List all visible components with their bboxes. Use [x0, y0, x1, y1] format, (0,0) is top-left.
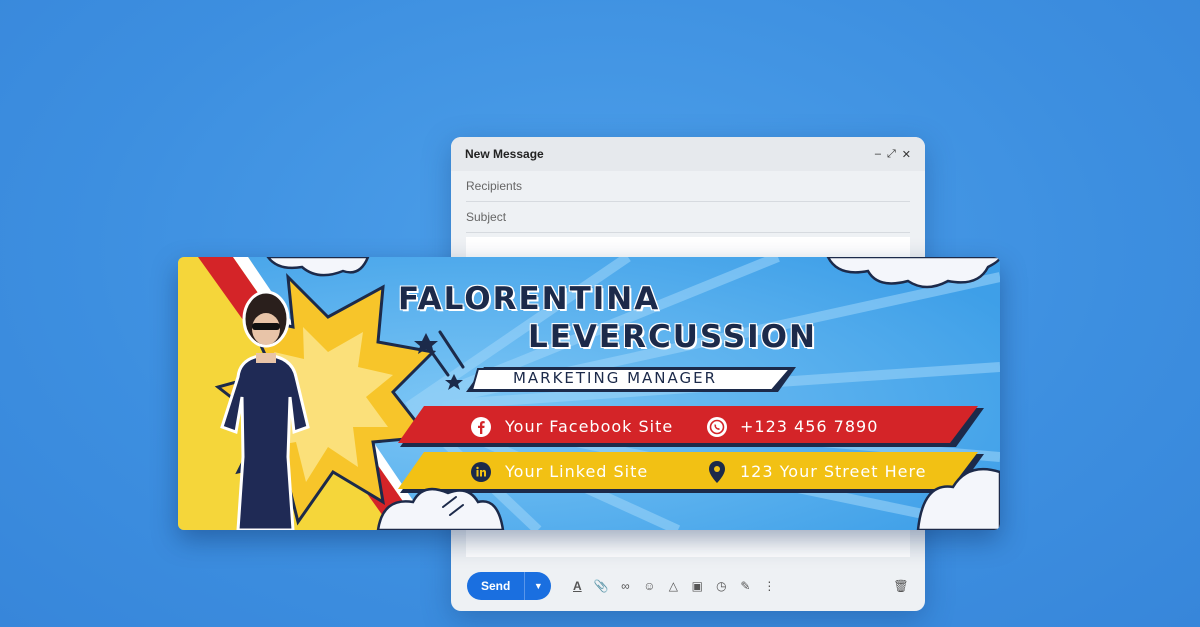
format-text-icon[interactable]: A: [569, 578, 585, 594]
email-signature-banner: FALORENTINA LEVERCUSSION MARKETING MANAG…: [178, 257, 1000, 530]
signature-first-name: FALORENTINA: [398, 281, 661, 317]
drive-icon[interactable]: △: [665, 578, 681, 594]
trash-icon[interactable]: 🗑: [893, 578, 909, 594]
minimize-icon[interactable]: –: [875, 148, 881, 161]
link-icon[interactable]: ∞: [617, 578, 633, 594]
facebook-icon[interactable]: [470, 416, 492, 438]
recipients-placeholder: Recipients: [466, 179, 523, 193]
subject-field[interactable]: Subject: [466, 202, 910, 233]
expand-icon[interactable]: ⤢: [887, 148, 896, 161]
send-options-icon[interactable]: ▼: [524, 572, 551, 600]
compose-header: New Message – ⤢ ✕: [451, 137, 925, 171]
job-title-strip: MARKETING MANAGER: [482, 365, 788, 391]
whatsapp-icon[interactable]: [706, 416, 728, 438]
compose-toolbar: Send ▼ A 📎 ∞ ☺ △ ▣ ◷ ✎ ⋮ 🗑: [451, 561, 925, 611]
confidential-icon[interactable]: ◷: [713, 578, 729, 594]
phone-number[interactable]: +123 456 7890: [740, 417, 878, 436]
linkedin-icon[interactable]: [470, 461, 492, 483]
send-label: Send: [481, 579, 511, 593]
street-address: 123 Your Street Here: [740, 462, 927, 481]
send-button[interactable]: Send ▼: [467, 572, 552, 600]
emoji-icon[interactable]: ☺: [641, 578, 657, 594]
subject-placeholder: Subject: [466, 210, 507, 224]
job-title: MARKETING MANAGER: [512, 369, 718, 387]
signature-icon[interactable]: ✎: [737, 578, 753, 594]
window-controls: – ⤢ ✕: [875, 148, 911, 161]
location-pin-icon: [709, 461, 725, 483]
facebook-link[interactable]: Your Facebook Site: [505, 417, 673, 436]
recipients-field[interactable]: Recipients: [466, 171, 910, 202]
attach-icon[interactable]: 📎: [593, 578, 609, 594]
photo-icon[interactable]: ▣: [689, 578, 705, 594]
compose-title: New Message: [465, 147, 544, 161]
close-icon[interactable]: ✕: [902, 148, 911, 161]
more-icon[interactable]: ⋮: [761, 578, 777, 594]
signature-last-name: LEVERCUSSION: [528, 319, 817, 355]
linkedin-link[interactable]: Your Linked Site: [505, 462, 648, 481]
formatting-tools: A 📎 ∞ ☺ △ ▣ ◷ ✎ ⋮: [569, 578, 777, 594]
